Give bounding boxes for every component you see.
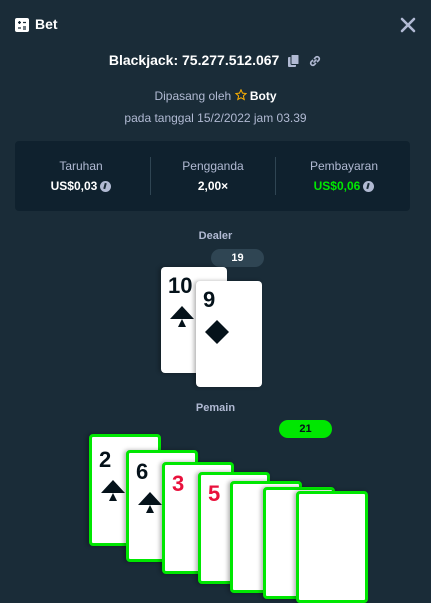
stat-label: Taruhan (59, 159, 103, 173)
diamond-icon (205, 320, 229, 344)
card-rank: 2 (99, 447, 112, 472)
card-rank: 5 (208, 481, 221, 506)
close-icon[interactable] (398, 15, 418, 35)
dealer-card: 9 (196, 281, 262, 387)
divider (275, 157, 276, 195)
card-rank: 9 (203, 287, 216, 312)
link-icon[interactable] (308, 54, 322, 68)
spade-icon (138, 492, 162, 513)
player-card (296, 491, 368, 603)
payout-amount: US$0,06 (313, 179, 361, 193)
stat-multiplier: Pengganda 2,00× (147, 141, 279, 211)
spade-icon (170, 306, 194, 327)
game-title-row: Blackjack: 75.277.512.067 (0, 52, 431, 68)
litecoin-icon (363, 181, 375, 192)
copy-icon[interactable] (287, 54, 300, 68)
placed-by-label: Dipasang oleh (154, 89, 232, 103)
card-rank: 10 (168, 273, 193, 298)
player-score-badge: 21 (279, 420, 332, 438)
dealer-score-badge: 19 (211, 249, 264, 267)
placed-by: Dipasang oleh Boty (0, 88, 431, 103)
spade-icon (101, 480, 125, 501)
stat-wager: Taruhan US$0,03 (15, 141, 147, 211)
card-rank: 3 (172, 471, 185, 496)
stat-label: Pengganda (182, 159, 244, 173)
litecoin-icon (100, 181, 112, 192)
modal-header: Bet (0, 0, 431, 50)
modal-title: Bet (35, 16, 58, 32)
bet-slip-icon (15, 18, 29, 32)
card-rank: 6 (136, 459, 149, 484)
stat-value: US$0,06 (278, 179, 410, 193)
stat-label: Pembayaran (309, 159, 379, 173)
wager-amount: US$0,03 (50, 179, 98, 193)
stat-payout: Pembayaran US$0,06 (278, 141, 410, 211)
dealer-label: Dealer (198, 230, 233, 242)
bet-date: pada tanggal 15/2/2022 jam 03.39 (124, 111, 307, 125)
stat-value: 2,00× (197, 179, 229, 193)
username[interactable]: Boty (250, 89, 277, 103)
player-label: Pemain (195, 402, 236, 414)
stat-value: US$0,03 (15, 179, 147, 193)
bet-stats-panel: Taruhan US$0,03 Pengganda 2,00× Pembayar… (15, 141, 410, 211)
star-icon (234, 88, 247, 101)
game-title: Blackjack: 75.277.512.067 (108, 52, 280, 68)
